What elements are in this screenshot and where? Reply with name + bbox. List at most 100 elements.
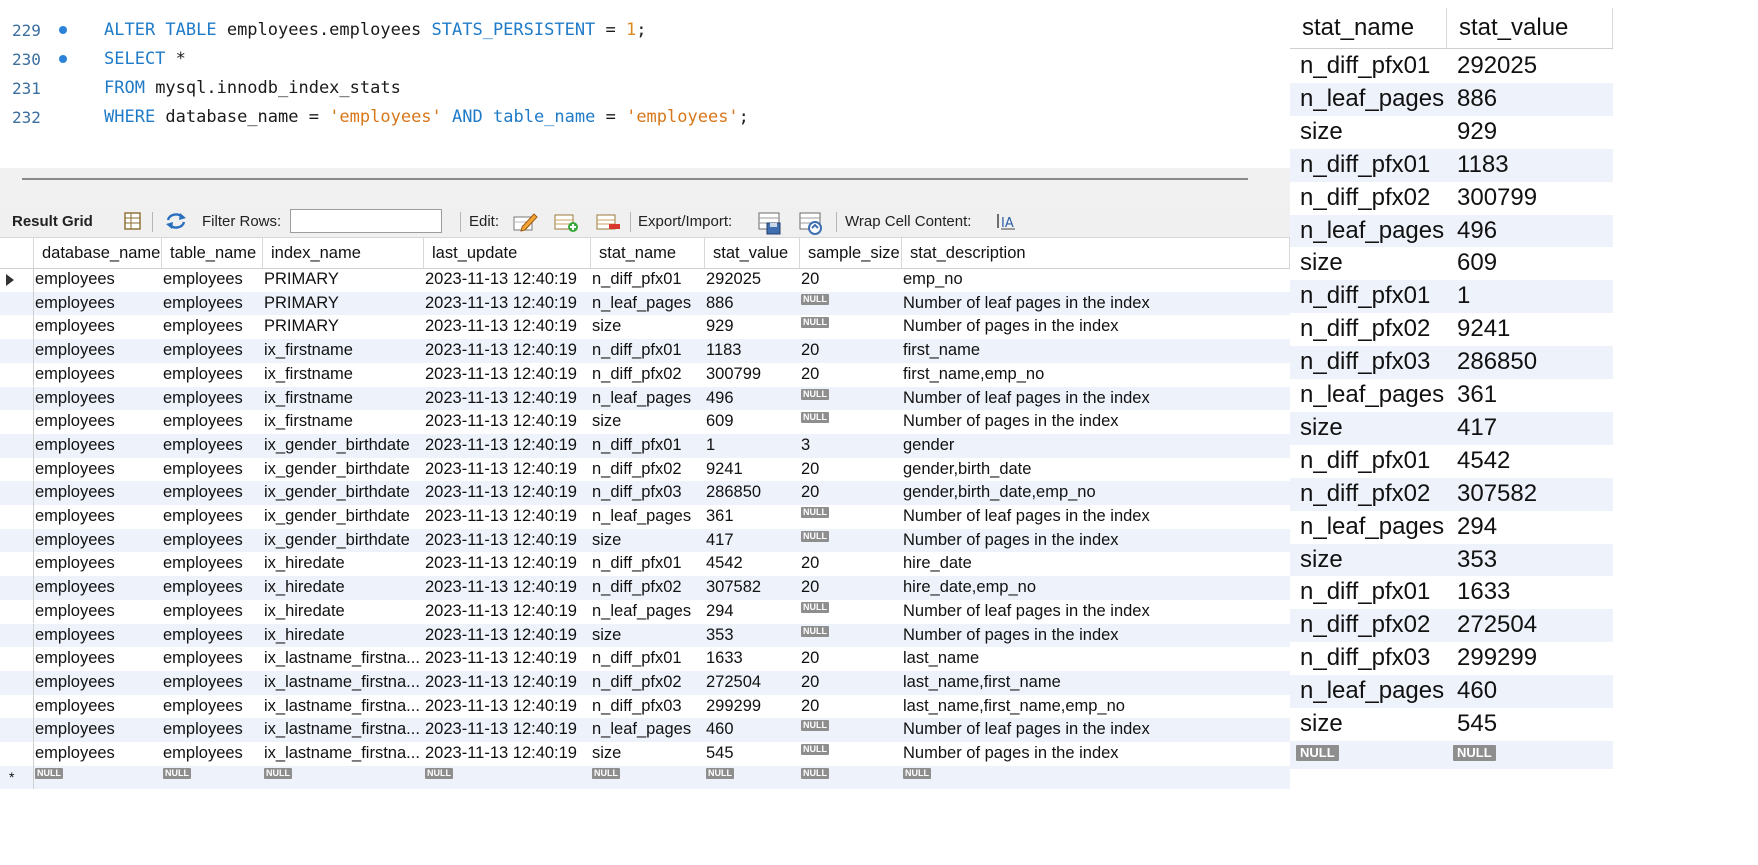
cell-sample-size[interactable]: NULL — [801, 505, 903, 529]
cell-sample-size[interactable]: 20 — [801, 339, 903, 363]
cell-table-name[interactable]: employees — [163, 315, 264, 339]
cell-stat-value[interactable]: 460 — [706, 718, 801, 742]
table-row[interactable]: employees employees ix_firstname 2023-11-13… — [0, 339, 1290, 363]
cell-sample-size[interactable]: NULL — [801, 315, 903, 339]
cell-stat-description[interactable]: gender,birth_date,emp_no — [903, 481, 1290, 505]
row-header[interactable] — [0, 291, 34, 316]
cell-database-name[interactable]: employees — [35, 363, 163, 387]
column-header-stat-name[interactable]: stat_name — [591, 238, 705, 268]
row-header[interactable] — [0, 528, 34, 553]
cell-stat-value[interactable]: 4542 — [706, 552, 801, 576]
table-row[interactable]: employees employees ix_hiredate 2023-11-13 … — [0, 552, 1290, 577]
cell-last-update[interactable]: 2023-11-13 12:40:19 — [425, 671, 592, 695]
result-grid[interactable]: database_name table_name index_name last_up… — [0, 238, 1290, 865]
new-row[interactable]: * NULL NULL NULL NULL NULL NULL NULL NULL — [0, 765, 1290, 790]
cell-stat-description[interactable]: Number of leaf pages in the index — [903, 292, 1290, 316]
table-row[interactable]: employees employees ix_lastname_firstna...… — [0, 742, 1290, 766]
column-header-index-name[interactable]: index_name — [263, 238, 424, 268]
cell-database-name[interactable]: employees — [35, 552, 163, 576]
cell-index-name[interactable]: ix_lastname_firstna... — [264, 742, 425, 766]
cell-index-name[interactable]: ix_lastname_firstna... — [264, 647, 425, 671]
cell-sample-size[interactable]: NULL — [801, 292, 903, 316]
cell-stat-value[interactable]: 9241 — [706, 458, 801, 482]
row-header[interactable]: * — [0, 765, 34, 790]
cell-index-name[interactable]: ix_firstname — [264, 387, 425, 411]
row-header[interactable] — [0, 623, 34, 648]
cell-last-update[interactable]: 2023-11-13 12:40:19 — [425, 315, 592, 339]
cell-sample-size[interactable]: NULL — [801, 600, 903, 624]
cell-index-name[interactable]: ix_gender_birthdate — [264, 434, 425, 458]
cell-stat-name[interactable]: n_diff_pfx03 — [592, 481, 706, 505]
cell-database-name[interactable]: employees — [35, 434, 163, 458]
cell-table-name[interactable]: employees — [163, 481, 264, 505]
grid-layout-icon[interactable] — [122, 211, 144, 231]
cell-database-name[interactable]: employees — [35, 292, 163, 316]
cell-stat-name[interactable]: n_diff_pfx01 — [592, 339, 706, 363]
panel-splitter[interactable] — [0, 168, 1290, 208]
cell-index-name[interactable]: ix_hiredate — [264, 600, 425, 624]
cell-index-name[interactable]: ix_gender_birthdate — [264, 505, 425, 529]
table-row[interactable]: employees employees ix_firstname 2023-11-13… — [0, 362, 1290, 387]
cell-database-name[interactable]: employees — [35, 410, 163, 434]
cell-index-name[interactable]: ix_lastname_firstna... — [264, 718, 425, 742]
cell-last-update[interactable]: 2023-11-13 12:40:19 — [425, 387, 592, 411]
cell-stat-description[interactable]: emp_no — [903, 268, 1290, 292]
table-row[interactable]: employees employees ix_hiredate 2023-11-13 … — [0, 599, 1290, 624]
row-header[interactable] — [0, 647, 34, 671]
row-header[interactable] — [0, 386, 34, 411]
cell-index-name[interactable]: ix_hiredate — [264, 576, 425, 600]
cell-database-name[interactable]: NULL — [35, 766, 163, 790]
cell-table-name[interactable]: NULL — [163, 766, 264, 790]
cell-index-name[interactable]: ix_gender_birthdate — [264, 481, 425, 505]
row-header[interactable] — [0, 315, 34, 340]
cell-stat-name[interactable]: n_diff_pfx02 — [592, 458, 706, 482]
cell-last-update[interactable]: 2023-11-13 12:40:19 — [425, 410, 592, 434]
row-header[interactable] — [0, 268, 34, 292]
cell-sample-size[interactable]: 20 — [801, 363, 903, 387]
cell-index-name[interactable]: ix_lastname_firstna... — [264, 695, 425, 719]
cell-stat-description[interactable]: Number of pages in the index — [903, 529, 1290, 553]
cell-stat-name[interactable]: n_leaf_pages — [592, 505, 706, 529]
column-header-table-name[interactable]: table_name — [162, 238, 263, 268]
cell-stat-value[interactable]: 1633 — [706, 647, 801, 671]
cell-stat-name[interactable]: n_diff_pfx01 — [592, 552, 706, 576]
cell-table-name[interactable]: employees — [163, 505, 264, 529]
table-row[interactable]: employees employees ix_hiredate 2023-11-13 … — [0, 576, 1290, 600]
cell-stat-description[interactable]: gender — [903, 434, 1290, 458]
cell-sample-size[interactable]: NULL — [801, 410, 903, 434]
cell-sample-size[interactable]: 3 — [801, 434, 903, 458]
cell-stat-description[interactable]: NULL — [903, 766, 1290, 790]
cell-table-name[interactable]: employees — [163, 268, 264, 292]
column-header-stat-description[interactable]: stat_description — [902, 238, 1290, 268]
cell-stat-value[interactable]: 286850 — [706, 481, 801, 505]
cell-index-name[interactable]: NULL — [264, 766, 425, 790]
table-row[interactable]: employees employees ix_gender_birthdate 202… — [0, 481, 1290, 505]
cell-stat-value[interactable]: 886 — [706, 292, 801, 316]
cell-stat-name[interactable]: size — [592, 624, 706, 648]
cell-index-name[interactable]: ix_hiredate — [264, 552, 425, 576]
cell-database-name[interactable]: employees — [35, 695, 163, 719]
column-header-stat-value[interactable]: stat_value — [705, 238, 800, 268]
cell-last-update[interactable]: 2023-11-13 12:40:19 — [425, 718, 592, 742]
cell-stat-name[interactable]: n_leaf_pages — [592, 292, 706, 316]
cell-database-name[interactable]: employees — [35, 458, 163, 482]
column-header-last-update[interactable]: last_update — [424, 238, 591, 268]
cell-stat-description[interactable]: Number of pages in the index — [903, 742, 1290, 766]
cell-sample-size[interactable]: NULL — [801, 624, 903, 648]
row-header[interactable] — [0, 576, 34, 600]
cell-stat-value[interactable]: 307582 — [706, 576, 801, 600]
cell-database-name[interactable]: employees — [35, 387, 163, 411]
cell-last-update[interactable]: 2023-11-13 12:40:19 — [425, 600, 592, 624]
cell-stat-name[interactable]: n_diff_pfx01 — [592, 647, 706, 671]
cell-database-name[interactable]: employees — [35, 505, 163, 529]
cell-stat-value[interactable]: 292025 — [706, 268, 801, 292]
cell-last-update[interactable]: 2023-11-13 12:40:19 — [425, 292, 592, 316]
cell-last-update[interactable]: 2023-11-13 12:40:19 — [425, 552, 592, 576]
cell-stat-name[interactable]: n_leaf_pages — [592, 387, 706, 411]
cell-stat-value[interactable]: 1 — [706, 434, 801, 458]
cell-sample-size[interactable]: NULL — [801, 766, 903, 790]
cell-database-name[interactable]: employees — [35, 647, 163, 671]
cell-table-name[interactable]: employees — [163, 671, 264, 695]
cell-stat-description[interactable]: Number of leaf pages in the index — [903, 387, 1290, 411]
wrap-text-icon[interactable]: IA — [995, 211, 1017, 231]
